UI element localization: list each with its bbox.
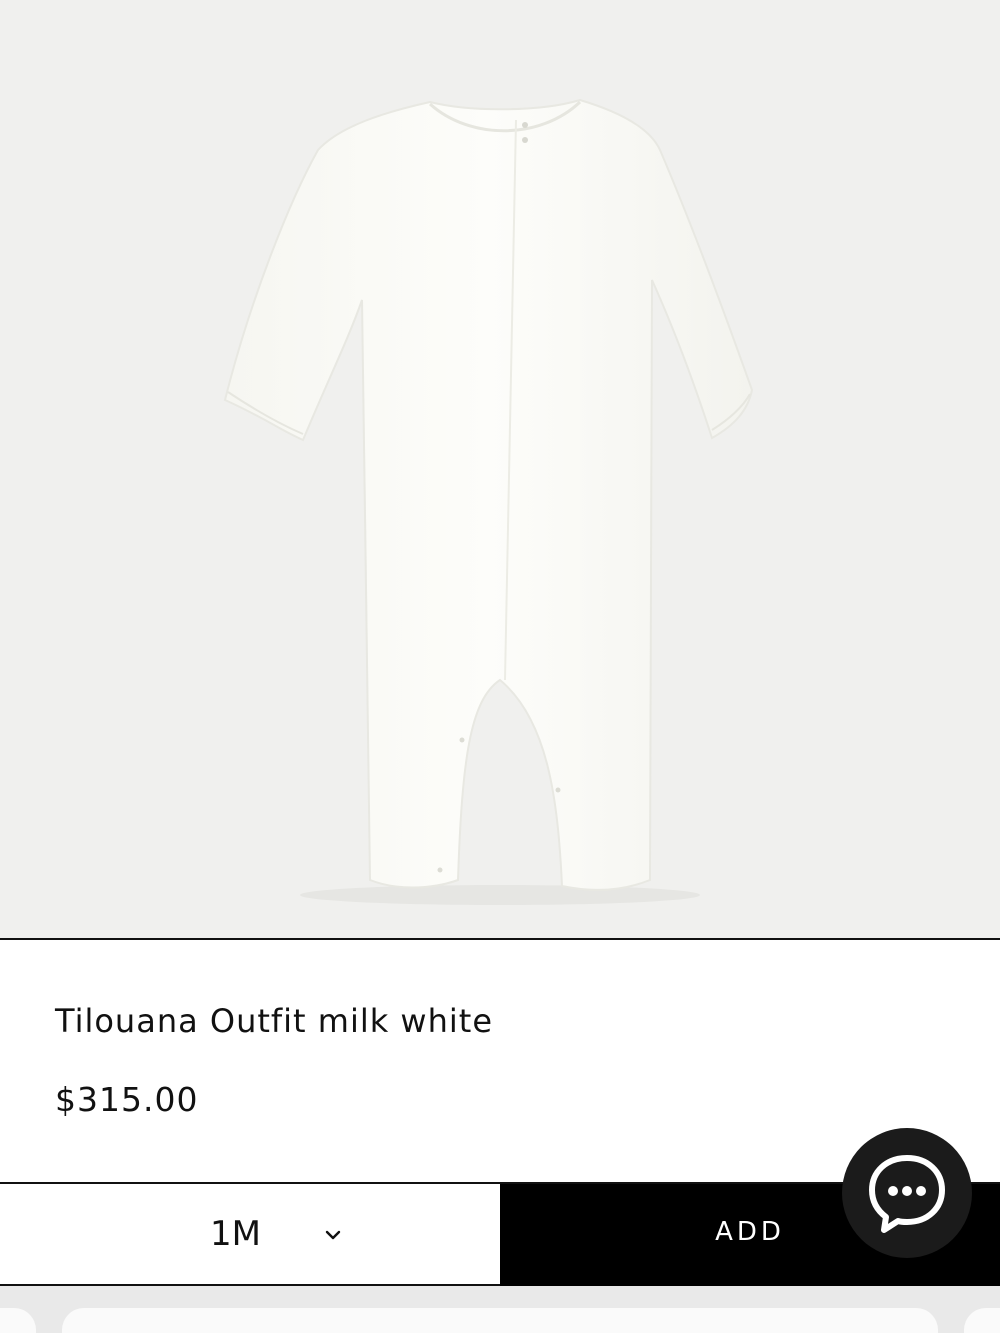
product-info: Tilouana Outfit milk white $315.00	[0, 942, 1000, 1182]
product-image[interactable]	[0, 0, 1000, 940]
bottom-tray	[0, 1286, 1000, 1333]
romper-illustration	[223, 98, 754, 905]
size-selected-value: 1M	[210, 1214, 261, 1254]
product-title: Tilouana Outfit milk white	[55, 1002, 493, 1040]
chat-bubble-icon	[869, 1155, 945, 1233]
size-select[interactable]: 1M	[0, 1184, 500, 1286]
product-price: $315.00	[55, 1080, 199, 1119]
bottom-tray-card[interactable]	[62, 1308, 938, 1333]
bottom-tray-right	[964, 1308, 1000, 1333]
bottom-tray-left	[0, 1308, 36, 1333]
chevron-down-icon	[325, 1230, 341, 1240]
chat-button[interactable]	[842, 1128, 972, 1258]
